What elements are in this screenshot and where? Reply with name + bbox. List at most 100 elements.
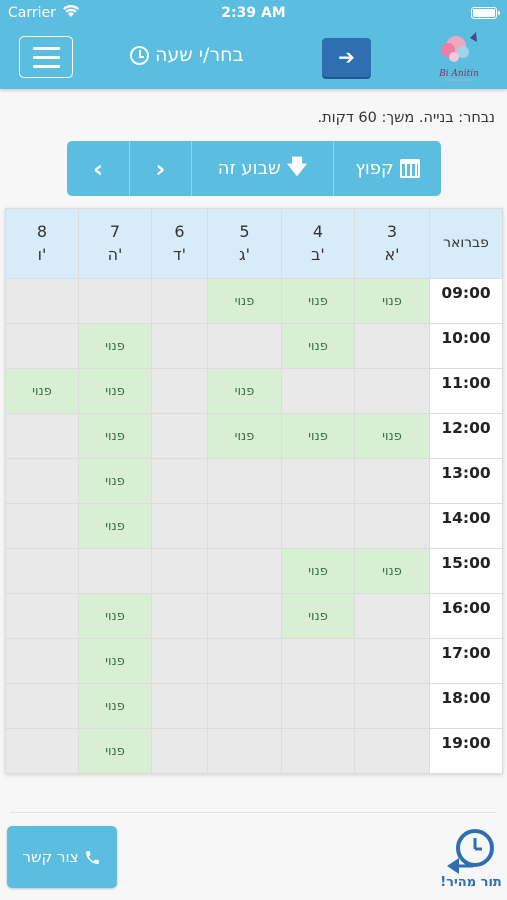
quick-appointment-label: תור מהיר!	[440, 875, 502, 890]
free-slot[interactable]: פנוי	[78, 368, 152, 414]
selection-summary: נבחר: בנייה. משך: 60 דקות.	[317, 110, 495, 126]
unavailable-slot	[354, 368, 430, 414]
clock-icon	[130, 45, 149, 65]
chevron-right-icon: ›	[155, 154, 166, 183]
hour-label: 09:00	[429, 278, 503, 324]
free-slot[interactable]: פנוי	[354, 413, 430, 459]
unavailable-slot	[207, 458, 282, 504]
free-slot[interactable]: פנוי	[207, 278, 282, 324]
menu-button[interactable]	[19, 36, 73, 78]
free-slot[interactable]: פנוי	[78, 503, 152, 549]
unavailable-slot	[5, 278, 79, 324]
contact-button[interactable]: צור קשר	[7, 826, 117, 888]
time-row: פנוי 14:00	[5, 503, 503, 549]
brand-logo[interactable]: Bi Anitin	[430, 30, 488, 86]
day-header: 5 ג'	[207, 208, 282, 279]
unavailable-slot	[78, 278, 152, 324]
unavailable-slot	[281, 503, 355, 549]
free-slot[interactable]: פנוי	[78, 638, 152, 684]
unavailable-slot	[5, 683, 79, 729]
prev-week-button[interactable]: ‹	[67, 141, 129, 196]
day-header: 4 ב'	[281, 208, 355, 279]
hour-label: 12:00	[429, 413, 503, 459]
jump-button[interactable]: קפוץ	[333, 141, 441, 196]
unavailable-slot	[5, 503, 79, 549]
time-row: פנוי 18:00	[5, 683, 503, 729]
hour-label: 19:00	[429, 728, 503, 774]
unavailable-slot	[151, 503, 208, 549]
clock-time: 2:39 AM	[221, 5, 286, 21]
time-row: פנוי פנוי 10:00	[5, 323, 503, 369]
day-name: ב'	[311, 244, 325, 264]
week-navigation: ‹ › 🡇 שבוע זה קפוץ	[67, 141, 441, 196]
unavailable-slot	[207, 323, 282, 369]
arrow-right-icon: ➔	[338, 45, 355, 69]
free-slot[interactable]: פנוי	[78, 323, 152, 369]
unavailable-slot	[207, 503, 282, 549]
unavailable-slot	[281, 368, 355, 414]
free-slot[interactable]: פנוי	[281, 593, 355, 639]
unavailable-slot	[151, 638, 208, 684]
unavailable-slot	[281, 458, 355, 504]
free-slot[interactable]: פנוי	[78, 458, 152, 504]
unavailable-slot	[354, 458, 430, 504]
time-row: פנוי 13:00	[5, 458, 503, 504]
quick-appointment-button[interactable]: תור מהיר!	[440, 826, 502, 892]
free-slot[interactable]: פנוי	[78, 683, 152, 729]
forward-arrow-button[interactable]: ➔	[322, 38, 371, 79]
unavailable-slot	[5, 458, 79, 504]
unavailable-slot	[151, 593, 208, 639]
hour-label: 13:00	[429, 458, 503, 504]
hour-label: 18:00	[429, 683, 503, 729]
unavailable-slot	[354, 638, 430, 684]
unavailable-slot	[151, 548, 208, 594]
unavailable-slot	[5, 413, 79, 459]
unavailable-slot	[207, 593, 282, 639]
free-slot[interactable]: פנוי	[281, 413, 355, 459]
free-slot[interactable]: פנוי	[281, 278, 355, 324]
day-number: 5	[239, 222, 250, 242]
contact-label: צור קשר	[22, 848, 79, 866]
divider	[10, 812, 497, 813]
day-number: 3	[386, 222, 398, 242]
time-row: פנוי פנוי 16:00	[5, 593, 503, 639]
free-slot[interactable]: פנוי	[354, 548, 430, 594]
phone-icon	[86, 850, 100, 864]
day-name: ה'	[107, 244, 123, 264]
unavailable-slot	[207, 548, 282, 594]
day-number: 7	[109, 222, 121, 242]
top-navbar: בחר/י שעה ➔ Bi Anitin	[0, 27, 507, 89]
free-slot[interactable]: פנוי	[354, 278, 430, 324]
free-slot[interactable]: פנוי	[78, 593, 152, 639]
unavailable-slot	[354, 593, 430, 639]
unavailable-slot	[151, 683, 208, 729]
this-week-button[interactable]: 🡇 שבוע זה	[191, 141, 333, 196]
unavailable-slot	[354, 323, 430, 369]
unavailable-slot	[354, 503, 430, 549]
unavailable-slot	[5, 548, 79, 594]
free-slot[interactable]: פנוי	[78, 728, 152, 774]
time-row: פנוי 17:00	[5, 638, 503, 684]
time-row: פנוי 19:00	[5, 728, 503, 774]
unavailable-slot	[151, 368, 208, 414]
hour-label: 14:00	[429, 503, 503, 549]
free-slot[interactable]: פנוי	[281, 323, 355, 369]
next-week-button[interactable]: ›	[129, 141, 191, 196]
day-name: ג'	[239, 244, 250, 264]
day-header: 7 ה'	[78, 208, 152, 279]
day-number: 6	[174, 222, 185, 242]
hour-label: 15:00	[429, 548, 503, 594]
free-slot[interactable]: פנוי	[207, 413, 282, 459]
page-title-text: בחר/י שעה	[155, 44, 244, 66]
time-row: פנוי פנוי פנוי 09:00	[5, 278, 503, 324]
unavailable-slot	[151, 323, 208, 369]
time-row: פנוי פנוי 15:00	[5, 548, 503, 594]
free-slot[interactable]: פנוי	[207, 368, 282, 414]
battery-icon	[471, 7, 500, 19]
unavailable-slot	[207, 638, 282, 684]
free-slot[interactable]: פנוי	[78, 413, 152, 459]
svg-text:Bi Anitin: Bi Anitin	[438, 69, 479, 79]
unavailable-slot	[151, 728, 208, 774]
free-slot[interactable]: פנוי	[5, 368, 79, 414]
free-slot[interactable]: פנוי	[281, 548, 355, 594]
